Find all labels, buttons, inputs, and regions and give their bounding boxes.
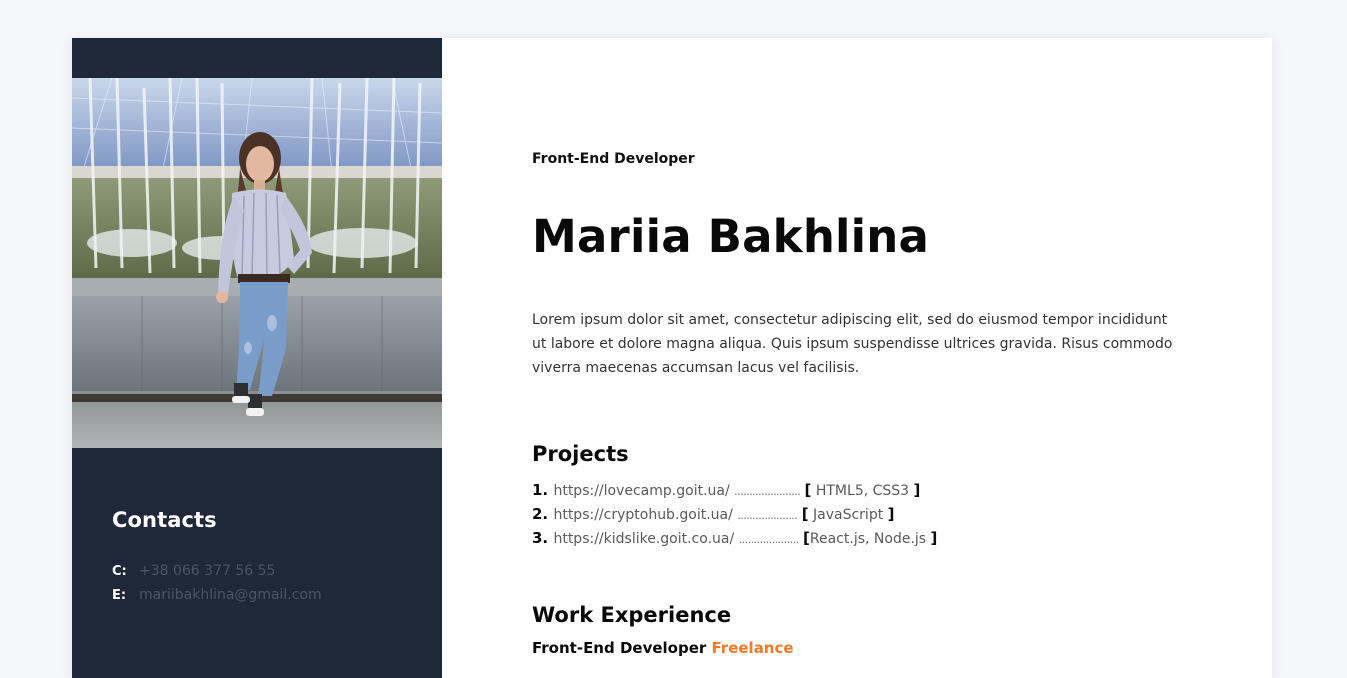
phone-link[interactable]: +38 066 377 56 55 — [139, 563, 275, 579]
contact-key: C: — [112, 564, 127, 579]
project-number: 3. — [532, 529, 549, 547]
email-link[interactable]: mariibakhlina@gmail.com — [139, 587, 322, 603]
leader-dots: .................... — [738, 533, 799, 546]
work-experience-title: Work Experience — [532, 603, 732, 627]
sidebar: Contacts C: +38 066 377 56 55 E: mariibakh… — [72, 38, 442, 678]
resume-page: Contacts C: +38 066 377 56 55 E: mariibakh… — [72, 38, 1272, 678]
project-tech: React.js, Node.js — [809, 531, 927, 547]
bracket-open: [ — [801, 505, 809, 523]
bracket-open: [ — [803, 529, 810, 547]
project-link[interactable]: https://lovecamp.goit.ua/ — [553, 483, 729, 499]
contacts-title: Contacts — [112, 508, 217, 532]
contact-key: E: — [112, 588, 127, 603]
list-item: 2. https://cryptohub.goit.ua/ ..........… — [532, 502, 937, 526]
leader-dots: .................... — [737, 509, 798, 522]
project-tech: JavaScript — [808, 507, 884, 523]
work-position: Front-End Developer — [532, 639, 707, 657]
project-link[interactable]: https://cryptohub.goit.ua/ — [553, 507, 732, 523]
project-tech: HTML5, CSS3 — [811, 483, 910, 499]
work-item-heading: Front-End Developer Freelance — [532, 639, 794, 657]
profile-photo — [72, 78, 442, 448]
bracket-close: ] — [887, 505, 895, 523]
page-title: Mariia Bakhlina — [532, 210, 930, 263]
projects-title: Projects — [532, 442, 629, 466]
bracket-close: ] — [913, 481, 921, 499]
project-link[interactable]: https://kidslike.goit.co.ua/ — [553, 531, 734, 547]
contacts-list: C: +38 066 377 56 55 E: mariibakhlina@gmai… — [112, 559, 322, 607]
leader-dots: ...................... — [734, 485, 801, 498]
project-number: 1. — [532, 481, 549, 499]
list-item: 3. https://kidslike.goit.co.ua/ ........… — [532, 526, 937, 550]
contact-item-phone: C: +38 066 377 56 55 — [112, 559, 322, 583]
project-number: 2. — [532, 505, 549, 523]
list-item: 1. https://lovecamp.goit.ua/ ...........… — [532, 478, 937, 502]
contact-item-email: E: mariibakhlina@gmail.com — [112, 583, 322, 607]
projects-list: 1. https://lovecamp.goit.ua/ ...........… — [532, 478, 937, 550]
bracket-close: ] — [930, 529, 938, 547]
work-company: Freelance — [711, 639, 794, 657]
job-role: Front-End Developer — [532, 151, 695, 167]
about-text: Lorem ipsum dolor sit amet, consectetur … — [532, 312, 1173, 376]
